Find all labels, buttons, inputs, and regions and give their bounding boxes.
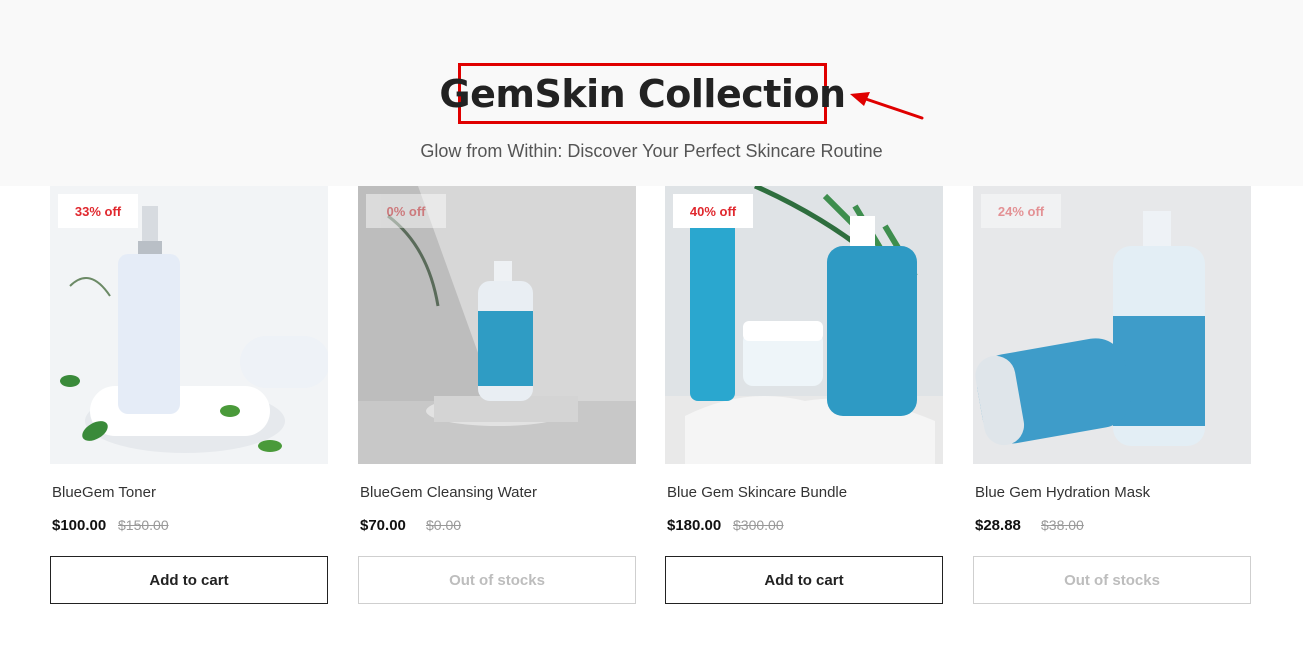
product-name[interactable]: Blue Gem Hydration Mask (975, 484, 1150, 501)
product-name[interactable]: BlueGem Cleansing Water (360, 484, 537, 501)
compare-price: $38.00 (1041, 517, 1084, 533)
product-image[interactable]: 40% off (665, 186, 943, 464)
product-price: $70.00 (360, 517, 406, 534)
title-highlight-box: GemSkin Collection (439, 63, 846, 124)
product-name[interactable]: BlueGem Toner (52, 484, 156, 501)
product-image[interactable]: 0% off (358, 186, 636, 464)
collection-header: GemSkin Collection Glow from Within: Dis… (0, 0, 1303, 186)
discount-badge: 24% off (981, 194, 1061, 228)
compare-price: $150.00 (118, 517, 169, 533)
add-to-cart-button[interactable]: Add to cart (665, 556, 943, 604)
product-card: 33% off BlueGem Toner $100.00 $150.00 Ad… (50, 186, 328, 604)
page-subtitle: Glow from Within: Discover Your Perfect … (420, 141, 883, 161)
discount-badge: 40% off (673, 194, 753, 228)
discount-badge: 33% off (58, 194, 138, 228)
page-title: GemSkin Collection (439, 71, 846, 116)
product-image[interactable]: 24% off (973, 186, 1251, 464)
product-price: $180.00 (667, 517, 722, 534)
product-price: $28.88 (975, 517, 1021, 534)
annotation-arrow-icon (850, 92, 924, 120)
product-name[interactable]: Blue Gem Skincare Bundle (667, 484, 847, 501)
out-of-stock-button[interactable]: Out of stocks (973, 556, 1251, 604)
out-of-stock-button[interactable]: Out of stocks (358, 556, 636, 604)
discount-badge: 0% off (366, 194, 446, 228)
add-to-cart-button[interactable]: Add to cart (50, 556, 328, 604)
product-image[interactable]: 33% off (50, 186, 328, 464)
product-price: $100.00 (52, 517, 107, 534)
product-card: 0% off BlueGem Cleansing Water $70.00 $0… (358, 186, 636, 604)
compare-price: $0.00 (426, 517, 462, 533)
product-card: 24% off Blue Gem Hydration Mask $28.88 $… (973, 186, 1251, 604)
compare-price: $300.00 (733, 517, 784, 533)
product-card: 40% off Blue Gem Skincare Bundle $180.00… (665, 186, 943, 604)
